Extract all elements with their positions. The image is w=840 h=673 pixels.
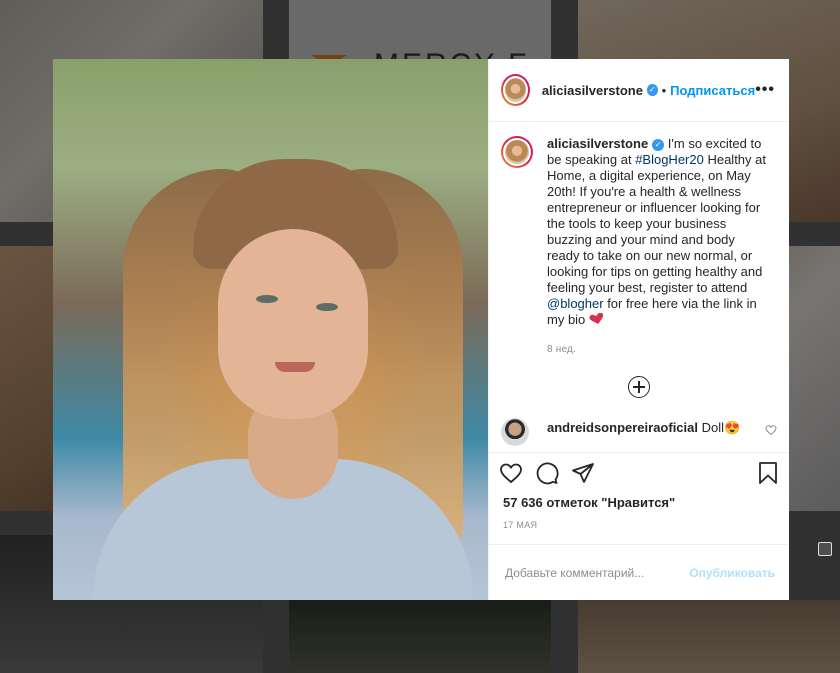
like-comment-icon[interactable] <box>765 424 777 436</box>
avatar[interactable] <box>501 74 530 106</box>
hashtag-link[interactable]: #BlogHer20 <box>635 152 704 167</box>
comment-item: andreidsonpereiraoficial Doll😍 <box>501 418 777 446</box>
comment-bubble-icon[interactable] <box>535 461 559 485</box>
avatar-image <box>503 138 531 166</box>
publish-button[interactable]: Опубликовать <box>689 566 775 580</box>
load-more-comments[interactable] <box>501 376 777 398</box>
caption-username[interactable]: aliciasilverstone <box>547 136 648 151</box>
plus-circle-icon[interactable] <box>628 376 650 398</box>
comment-emoji: 😍 <box>724 420 741 435</box>
photo-eye <box>256 295 278 303</box>
likes-count[interactable]: 57 636 отметок "Нравится" <box>489 495 789 510</box>
comment-body: Doll <box>698 420 725 435</box>
caption-text: Healthy at Home, a digital experience, o… <box>547 152 766 295</box>
mention-link[interactable]: @blogher <box>547 296 604 311</box>
comment-text: andreidsonpereiraoficial Doll😍 <box>547 418 765 436</box>
post-caption: aliciasilverstone ✓ I'm so excited to be … <box>501 136 777 358</box>
share-paper-plane-icon[interactable] <box>571 461 595 485</box>
post-header: aliciasilverstone ✓ • Подписаться ••• <box>489 59 789 122</box>
post-photo[interactable] <box>53 59 488 600</box>
separator-dot: • <box>661 82 667 98</box>
comments-section[interactable]: aliciasilverstone ✓ I'm so excited to be … <box>489 122 789 453</box>
verified-badge-icon: ✓ <box>652 138 665 151</box>
photo-mouth <box>275 362 315 372</box>
photo-face <box>218 229 368 419</box>
more-options-icon[interactable]: ••• <box>755 81 775 99</box>
comment-input[interactable] <box>503 564 690 581</box>
post-modal: aliciasilverstone ✓ • Подписаться ••• al… <box>53 59 789 600</box>
post-sidebar: aliciasilverstone ✓ • Подписаться ••• al… <box>488 59 789 600</box>
photo-eye <box>316 303 338 311</box>
overlay-checkbox[interactable] <box>818 542 832 556</box>
avatar-image <box>503 76 528 104</box>
author-username[interactable]: aliciasilverstone <box>542 83 643 98</box>
commenter-avatar[interactable] <box>501 418 529 446</box>
caption-timestamp[interactable]: 8 нед. <box>547 342 769 358</box>
save-bookmark-icon[interactable] <box>757 461 779 485</box>
commenter-username[interactable]: andreidsonpereiraoficial <box>547 420 698 435</box>
post-date[interactable]: 17 МАЯ <box>489 520 789 530</box>
caption-avatar[interactable] <box>501 136 533 168</box>
add-comment-bar: Опубликовать <box>489 544 789 600</box>
verified-badge-icon: ✓ <box>646 84 658 96</box>
follow-button[interactable]: Подписаться <box>670 83 755 98</box>
heart-emoji-icon <box>589 312 604 324</box>
caption-body: aliciasilverstone ✓ I'm so excited to be … <box>547 136 769 358</box>
like-heart-icon[interactable] <box>499 461 523 485</box>
post-actions <box>489 453 789 493</box>
